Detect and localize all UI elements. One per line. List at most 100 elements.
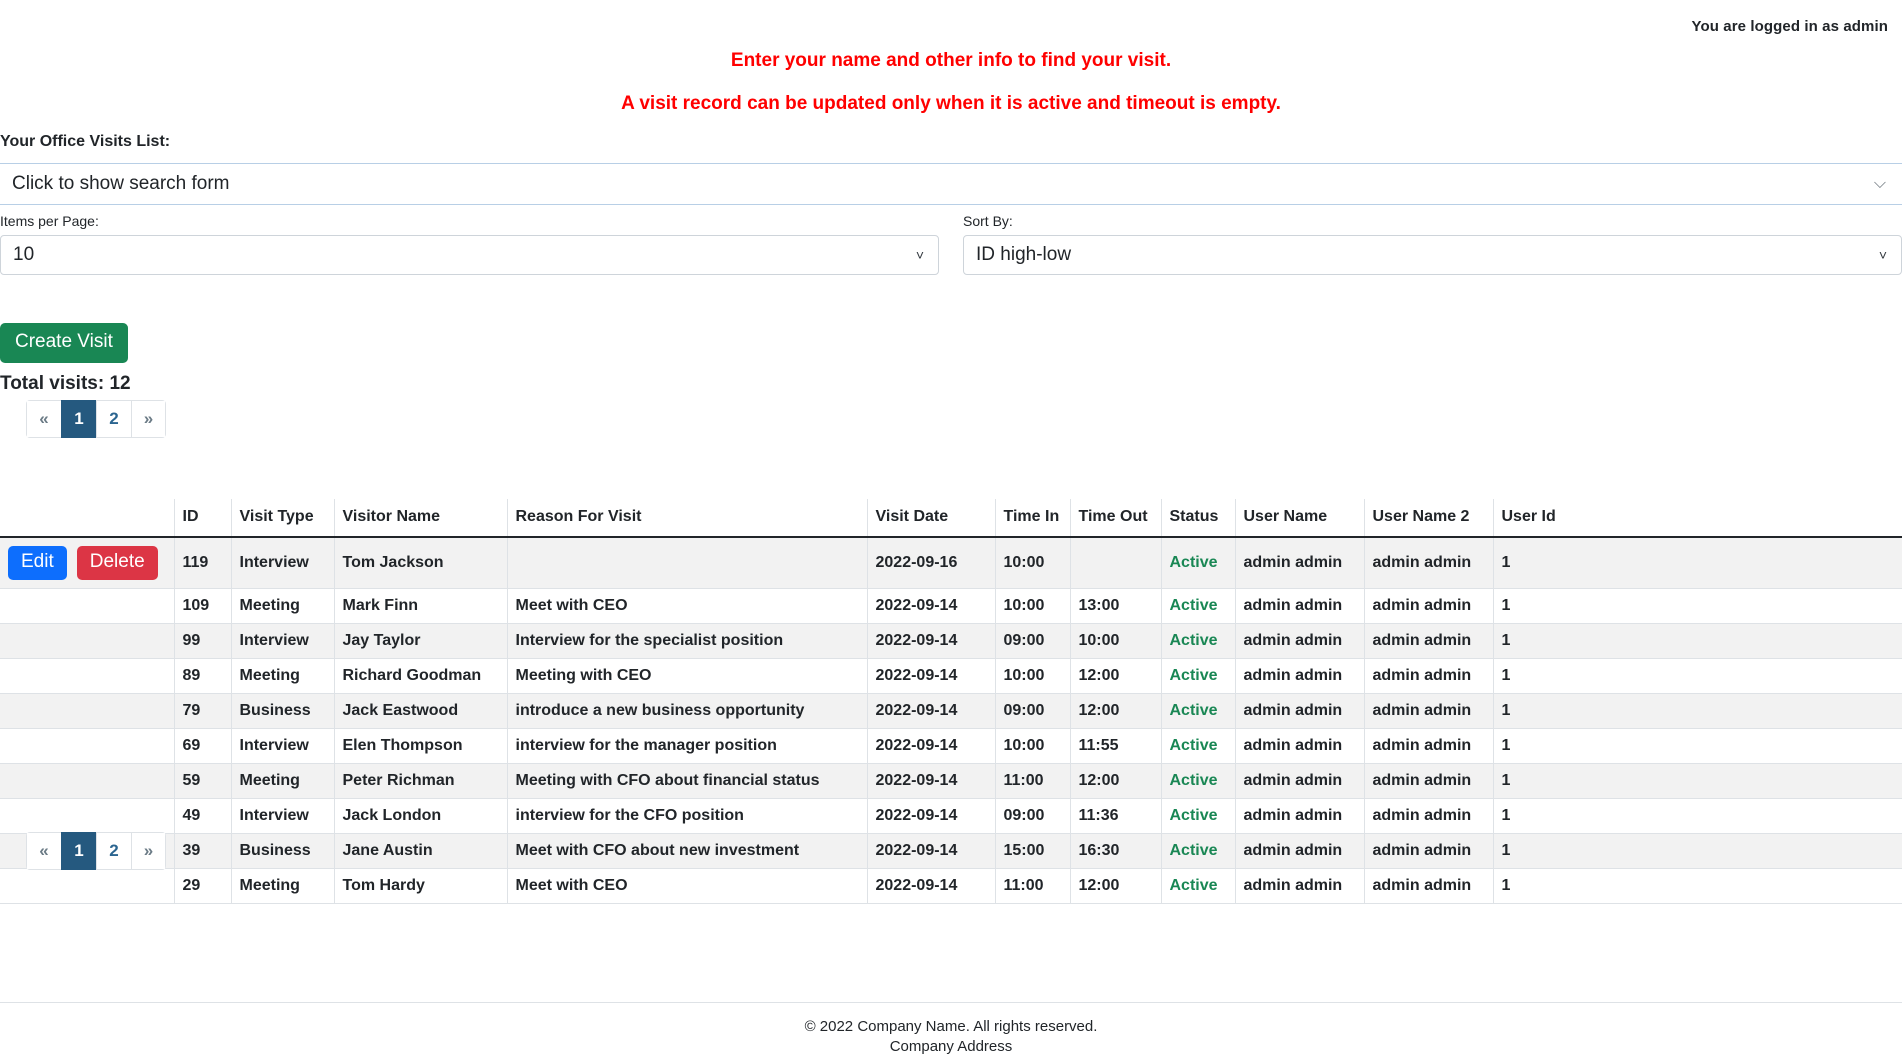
sort-by-select[interactable]: ID high-low ˅	[963, 234, 1902, 275]
cell-visit-date: 2022-09-14	[867, 833, 996, 869]
cell-user-id: 1	[1493, 623, 1902, 659]
row-actions-cell	[0, 728, 175, 764]
cell-user-id: 1	[1493, 658, 1902, 694]
page-root: You are logged in as admin Enter your na…	[0, 0, 1902, 1061]
status-badge: Active	[1169, 736, 1218, 754]
cell-user-name-2: admin admin	[1364, 693, 1494, 729]
table-row: 99 Interview Jay Taylor Interview for the s…	[0, 623, 1902, 659]
status-badge: Active	[1169, 841, 1218, 859]
table-row: 59 Meeting Peter Richman Meeting with CFO a…	[0, 763, 1902, 799]
row-actions-cell	[0, 588, 175, 624]
cell-user-name-2: admin admin	[1364, 728, 1494, 764]
alert-message-1: Enter your name and other info to find y…	[730, 50, 1172, 71]
row-actions-cell	[0, 693, 175, 729]
table-column-header-visit-date: Visit Date	[867, 499, 996, 538]
pagination-next-top[interactable]: »	[131, 400, 166, 438]
cell-user-name-2: admin admin	[1364, 868, 1494, 904]
cell-visit-type: Interview	[231, 623, 335, 659]
cell-status: Active	[1161, 588, 1236, 624]
pagination-page-2-bottom[interactable]: 2	[96, 832, 131, 870]
cell-status: Active	[1161, 693, 1236, 729]
cell-status: Active	[1161, 798, 1236, 834]
items-per-page-group: Items per Page: 10 ˅	[0, 213, 951, 275]
cell-visit-type: Interview	[231, 798, 335, 834]
cell-time-out: 12:00	[1070, 763, 1162, 799]
cell-time-in: 10:00	[995, 537, 1071, 589]
cell-user-name: admin admin	[1235, 623, 1365, 659]
cell-status: Active	[1161, 658, 1236, 694]
cell-user-name: admin admin	[1235, 537, 1365, 589]
cell-visitor-name: Peter Richman	[334, 763, 508, 799]
cell-time-out: 12:00	[1070, 868, 1162, 904]
status-badge: Active	[1169, 596, 1218, 614]
cell-user-name-2: admin admin	[1364, 798, 1494, 834]
cell-time-in: 10:00	[995, 658, 1071, 694]
cell-time-out: 10:00	[1070, 623, 1162, 659]
table-column-header-time-out: Time Out	[1070, 499, 1162, 538]
items-per-page-select[interactable]: 10 ˅	[0, 234, 939, 275]
table-column-header-id: ID	[174, 499, 232, 538]
pagination-page-1-top[interactable]: 1	[61, 400, 96, 438]
pagination-page-2-top[interactable]: 2	[96, 400, 131, 438]
page-title: Your Office Visits List:	[0, 133, 171, 150]
cell-user-id: 1	[1493, 728, 1902, 764]
search-form-toggle[interactable]: Click to show search form ⌵	[0, 163, 1902, 205]
cell-visit-date: 2022-09-14	[867, 798, 996, 834]
visits-table-container: ID Visit Type Visitor Name Reason For Visit…	[0, 499, 1902, 904]
pagination-prev-top[interactable]: «	[26, 400, 61, 438]
cell-time-in: 09:00	[995, 798, 1071, 834]
cell-time-in: 15:00	[995, 833, 1071, 869]
cell-user-name-2: admin admin	[1364, 763, 1494, 799]
cell-time-in: 09:00	[995, 623, 1071, 659]
row-actions-cell	[0, 798, 175, 834]
cell-visit-date: 2022-09-16	[867, 537, 996, 589]
status-badge: Active	[1169, 876, 1218, 894]
status-badge: Active	[1169, 701, 1218, 719]
cell-reason: Meeting with CFO about financial status	[507, 763, 868, 799]
cell-time-out: 11:55	[1070, 728, 1162, 764]
cell-time-out: 16:30	[1070, 833, 1162, 869]
cell-time-in: 10:00	[995, 728, 1071, 764]
sort-by-value: ID high-low	[976, 243, 1072, 265]
cell-user-id: 1	[1493, 798, 1902, 834]
cell-visitor-name: Richard Goodman	[334, 658, 508, 694]
cell-user-name: admin admin	[1235, 763, 1365, 799]
create-visit-button[interactable]: Create Visit	[0, 323, 128, 363]
edit-button[interactable]: Edit	[8, 546, 67, 580]
cell-visit-type: Meeting	[231, 868, 335, 904]
pagination-page-1-bottom[interactable]: 1	[61, 832, 96, 870]
cell-visit-type: Meeting	[231, 763, 335, 799]
cell-user-name: admin admin	[1235, 588, 1365, 624]
cell-time-out: 11:36	[1070, 798, 1162, 834]
pagination-prev-bottom[interactable]: «	[26, 832, 61, 870]
table-column-header-reason-for-visit: Reason For Visit	[507, 499, 868, 538]
status-badge: Active	[1169, 806, 1218, 824]
pagination-next-bottom[interactable]: »	[131, 832, 166, 870]
cell-visit-type: Interview	[231, 537, 335, 589]
row-actions-cell	[0, 868, 175, 904]
cell-reason: introduce a new business opportunity	[507, 693, 868, 729]
cell-user-id: 1	[1493, 833, 1902, 869]
cell-visit-date: 2022-09-14	[867, 658, 996, 694]
table-row: 69 Interview Elen Thompson interview for th…	[0, 728, 1902, 764]
cell-user-name-2: admin admin	[1364, 588, 1494, 624]
cell-id: 99	[174, 623, 232, 659]
cell-user-id: 1	[1493, 537, 1902, 589]
cell-visit-date: 2022-09-14	[867, 623, 996, 659]
page-footer: © 2022 Company Name. All rights reserved…	[0, 1002, 1902, 1058]
cell-user-name-2: admin admin	[1364, 833, 1494, 869]
pagination-top[interactable]: «1 2»	[26, 400, 166, 438]
chevron-down-icon: ⌵	[1873, 175, 1886, 192]
cell-time-in: 09:00	[995, 693, 1071, 729]
status-badge: Active	[1169, 771, 1218, 789]
delete-button[interactable]: Delete	[76, 546, 158, 580]
footer-address: Company Address	[889, 1038, 1013, 1056]
pagination-bottom[interactable]: «1 2»	[26, 832, 166, 870]
table-row: Edit Delete 119 Interview Tom Jackson 2022-0…	[0, 537, 1902, 589]
row-actions-cell: Edit Delete	[0, 537, 175, 589]
login-status: You are logged in as admin	[1691, 18, 1888, 35]
status-badge: Active	[1169, 666, 1218, 684]
cell-time-out	[1070, 537, 1162, 589]
cell-user-name: admin admin	[1235, 868, 1365, 904]
cell-id: 49	[174, 798, 232, 834]
